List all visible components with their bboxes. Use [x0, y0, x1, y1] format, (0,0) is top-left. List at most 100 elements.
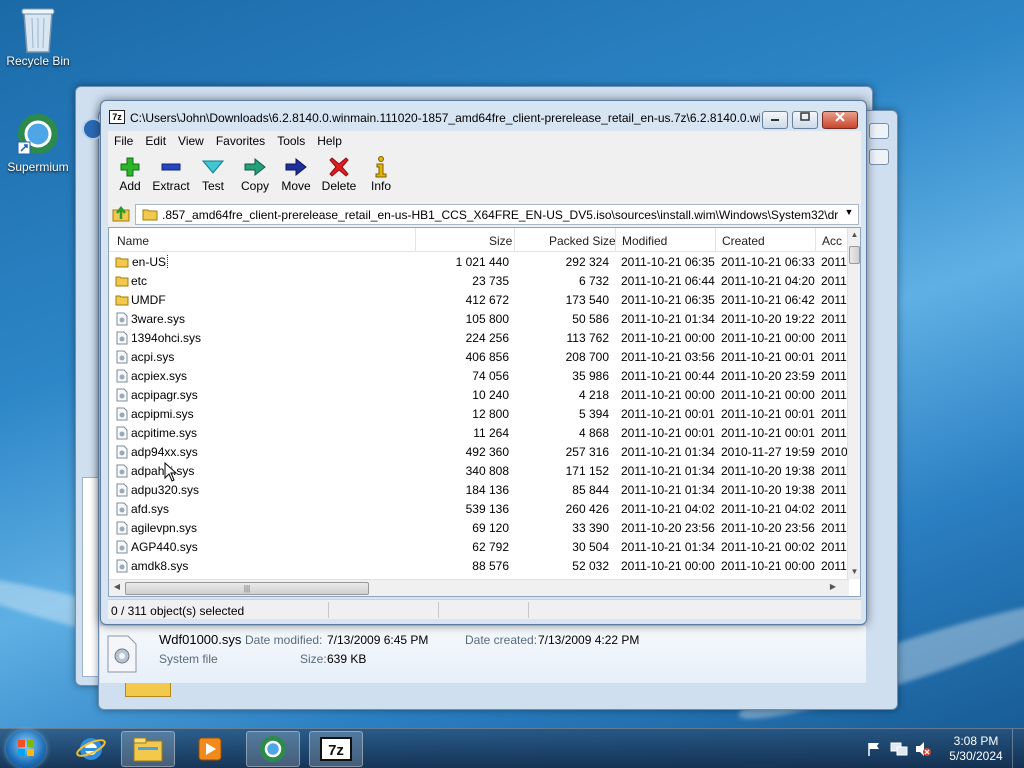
details-filename: Wdf01000.sys [159, 632, 242, 647]
cell-size: 340 808 [465, 464, 509, 478]
show-desktop-button[interactable] [1012, 729, 1024, 768]
table-row[interactable]: en-US 1 021 440 292 324 2011-10-21 06:35 201… [109, 253, 849, 272]
7zip-icon: 7z [109, 110, 125, 124]
delete-label: Delete [321, 179, 357, 193]
address-bar: .857_amd64fre_client-prerelease_retail_e… [108, 201, 861, 227]
details-created-value: 7/13/2009 4:22 PM [538, 633, 640, 647]
table-row[interactable]: adp94xx.sys 492 360 257 316 2011-10-21 01:3… [109, 443, 849, 462]
start-button[interactable] [6, 730, 46, 768]
details-pane: Wdf01000.sys System file Date modified: … [100, 626, 866, 683]
desktop-icon-recycle-bin[interactable]: Recycle Bin [0, 6, 76, 68]
scroll-up-icon[interactable]: ▲ [848, 228, 860, 242]
cell-packed-size: 292 324 [565, 255, 609, 269]
table-row[interactable]: acpipmi.sys 12 800 5 394 2011-10-21 00:01 20… [109, 405, 849, 424]
search-icon[interactable] [869, 123, 889, 139]
move-button[interactable]: Move [274, 155, 318, 193]
table-row[interactable]: 1394ohci.sys 224 256 113 762 2011-10-21 00:… [109, 329, 849, 348]
table-row[interactable]: acpi.sys 406 856 208 700 2011-10-21 03:56 20… [109, 348, 849, 367]
cell-packed-size: 260 426 [565, 502, 609, 516]
system-file-icon [115, 464, 129, 478]
taskbar-explorer[interactable] [121, 731, 175, 767]
cell-packed-size: 35 986 [572, 369, 609, 383]
speaker-muted-icon[interactable] [914, 741, 932, 757]
system-file-icon [115, 521, 129, 535]
test-icon [191, 155, 235, 179]
menu-favorites[interactable]: Favorites [210, 132, 271, 150]
folder-icon [142, 208, 158, 221]
table-row[interactable]: 3ware.sys 105 800 50 586 2011-10-21 01:34 20… [109, 310, 849, 329]
network-icon[interactable] [890, 741, 908, 757]
column-packed-size[interactable]: Packed Size [549, 234, 616, 248]
cell-modified: 2011-10-21 01:34 [621, 312, 715, 326]
cell-size: 105 800 [465, 312, 509, 326]
table-row[interactable]: adpu320.sys 184 136 85 844 2011-10-21 01:34… [109, 481, 849, 500]
cell-name: en-US [131, 255, 331, 269]
menu-tools[interactable]: Tools [271, 132, 311, 150]
column-created[interactable]: Created [722, 234, 765, 248]
table-row[interactable]: afd.sys 539 136 260 426 2011-10-21 04:02 201… [109, 500, 849, 519]
column-modified[interactable]: Modified [622, 234, 667, 248]
add-button[interactable]: Add [108, 155, 152, 193]
maximize-button[interactable] [792, 111, 818, 129]
cell-name: adpahci.sys [131, 464, 331, 478]
cell-modified: 2011-10-21 01:34 [621, 445, 715, 459]
menu-help[interactable]: Help [311, 132, 348, 150]
column-name[interactable]: Name [117, 234, 149, 248]
taskbar-media-player[interactable] [183, 731, 237, 767]
table-row[interactable]: AGP440.sys 62 792 30 504 2011-10-21 01:34 20… [109, 538, 849, 557]
close-button[interactable] [822, 111, 858, 129]
table-row[interactable]: adpahci.sys 340 808 171 152 2011-10-21 01:3… [109, 462, 849, 481]
taskbar-7zip[interactable]: 7z [309, 731, 363, 767]
copy-button[interactable]: Copy [233, 155, 277, 193]
table-row[interactable]: acpiex.sys 74 056 35 986 2011-10-21 00:44 20… [109, 367, 849, 386]
taskbar-supermium[interactable] [246, 731, 300, 767]
desktop-icon-supermium[interactable]: Supermium [0, 112, 76, 174]
info-button[interactable]: Info [359, 155, 403, 193]
extract-button[interactable]: Extract [149, 155, 193, 193]
table-row[interactable]: etc 23 735 6 732 2011-10-21 06:44 2011-10-21… [109, 272, 849, 291]
system-clock[interactable]: 3:08 PM 5/30/2024 [936, 734, 1016, 764]
scroll-down-icon[interactable]: ▼ [848, 565, 860, 579]
menu-file[interactable]: File [108, 132, 139, 150]
scroll-thumb-horizontal[interactable]: ||| [125, 582, 369, 595]
system-file-icon [115, 483, 129, 497]
test-button[interactable]: Test [191, 155, 235, 193]
column-accessed[interactable]: Acc [822, 234, 842, 248]
flag-icon[interactable] [866, 741, 882, 757]
minimize-button[interactable] [762, 111, 788, 129]
system-file-icon [115, 540, 129, 554]
cell-accessed: 2011 [821, 388, 847, 402]
list-rows: en-US 1 021 440 292 324 2011-10-21 06:35 201… [109, 253, 849, 579]
table-row[interactable]: acpitime.sys 11 264 4 868 2011-10-21 00:01 2… [109, 424, 849, 443]
scroll-thumb[interactable] [849, 246, 860, 264]
cell-accessed: 2011 [821, 559, 847, 573]
chevron-down-icon[interactable]: ▼ [843, 207, 855, 217]
toolbar: Add Extract Test Copy Move Delete Info [108, 151, 861, 201]
taskbar-internet-explorer[interactable] [64, 731, 118, 767]
cell-name: acpi.sys [131, 350, 331, 364]
table-row[interactable]: agilevpn.sys 69 120 33 390 2011-10-20 23:56… [109, 519, 849, 538]
system-file-icon [115, 502, 129, 516]
menu-view[interactable]: View [172, 132, 210, 150]
vertical-scrollbar[interactable]: ▲ ▼ [847, 228, 860, 579]
search-icon[interactable] [869, 149, 889, 165]
add-label: Add [119, 179, 141, 193]
scroll-right-icon[interactable]: ▶ [827, 582, 839, 591]
test-label: Test [201, 179, 224, 193]
sevenzip-window[interactable]: 7z C:\Users\John\Downloads\6.2.8140.0.wi… [100, 100, 867, 625]
up-folder-button[interactable] [112, 205, 130, 223]
title-bar[interactable]: 7z C:\Users\John\Downloads\6.2.8140.0.wi… [101, 101, 866, 131]
delete-button[interactable]: Delete [317, 155, 361, 193]
cell-packed-size: 171 152 [565, 464, 609, 478]
address-input[interactable]: .857_amd64fre_client-prerelease_retail_e… [135, 204, 859, 225]
horizontal-scrollbar[interactable]: ◀ ||| ▶ [109, 579, 849, 596]
table-row[interactable]: UMDF 412 672 173 540 2011-10-21 06:35 2011-1… [109, 291, 849, 310]
column-size[interactable]: Size [489, 234, 512, 248]
file-list[interactable]: Name Size Packed Size Modified Created A… [108, 227, 861, 597]
cell-size: 224 256 [465, 331, 509, 345]
table-row[interactable]: amdk8.sys 88 576 52 032 2011-10-21 00:00 201… [109, 557, 849, 576]
cell-accessed: 2011 [821, 407, 847, 421]
menu-edit[interactable]: Edit [139, 132, 172, 150]
table-row[interactable]: acpipagr.sys 10 240 4 218 2011-10-21 00:00 2… [109, 386, 849, 405]
scroll-left-icon[interactable]: ◀ [111, 582, 123, 591]
